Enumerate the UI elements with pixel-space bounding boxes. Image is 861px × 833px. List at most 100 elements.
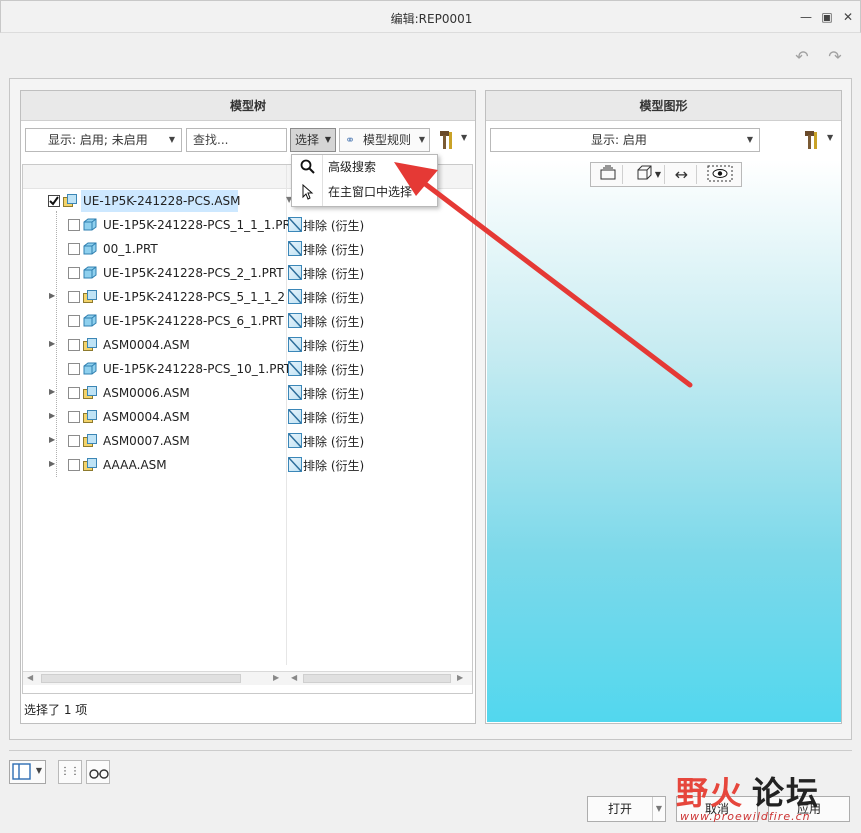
model-tree-title: 模型树 xyxy=(21,91,475,121)
row-checkbox[interactable] xyxy=(68,315,80,327)
chevron-down-icon: ▼ xyxy=(651,797,662,821)
row-status: 排除 (衍生) xyxy=(303,315,365,329)
expand-arrow-icon[interactable]: ▶ xyxy=(49,411,55,420)
graphics-tools-icon[interactable] xyxy=(802,129,822,151)
graphics-display-dropdown[interactable]: 显示: 启用 ▼ xyxy=(490,128,760,152)
tree-row[interactable]: ▶ AAAA.ASM 排除 (衍生) xyxy=(23,453,472,477)
row-label: UE-1P5K-241228-PCS_1_1_1.PRT xyxy=(103,218,298,232)
tree-row[interactable]: ▶ ASM0004.ASM 排除 (衍生) xyxy=(23,405,472,429)
scroll-left-icon[interactable]: ◀ xyxy=(27,673,33,682)
row-label: 00_1.PRT xyxy=(103,242,158,256)
row-status: 排除 (衍生) xyxy=(303,267,365,281)
tools-dropdown-icon[interactable]: ▼ xyxy=(461,133,467,142)
scroll-left-icon[interactable]: ◀ xyxy=(291,673,297,682)
row-checkbox[interactable] xyxy=(68,339,80,351)
annotation-arrow xyxy=(394,162,693,388)
row-status: 排除 (衍生) xyxy=(303,411,365,425)
status-icon xyxy=(288,337,302,352)
rules-icon: ⚭ xyxy=(345,133,356,147)
status-icon xyxy=(288,409,302,424)
row-checkbox[interactable] xyxy=(68,459,80,471)
right-horizontal-scrollbar[interactable]: ◀ ▶ xyxy=(287,671,472,685)
row-label: UE-1P5K-241228-PCS_6_1.PRT xyxy=(103,314,284,328)
row-status: 排除 (衍生) xyxy=(303,387,365,401)
bottom-divider xyxy=(9,750,852,751)
select-button[interactable]: 选择 ▼ xyxy=(290,128,336,152)
row-label: ASM0004.ASM xyxy=(103,338,190,352)
row-checkbox[interactable] xyxy=(68,219,80,231)
part-icon xyxy=(83,362,97,375)
expand-arrow-icon[interactable]: ▶ xyxy=(49,339,55,348)
expand-arrow-icon[interactable]: ▶ xyxy=(49,291,55,300)
row-status: 排除 (衍生) xyxy=(303,243,365,257)
maximize-icon[interactable]: ▣ xyxy=(818,9,836,25)
scrollbar-thumb[interactable] xyxy=(303,674,451,683)
model-rules-label: 模型规则 xyxy=(363,133,412,147)
display-filter-dropdown[interactable]: 显示: 启用; 未启用 ▼ xyxy=(25,128,182,152)
open-button[interactable]: 打开 ▼ xyxy=(587,796,666,822)
row-checkbox[interactable] xyxy=(68,363,80,375)
row-label: UE-1P5K-241228-PCS_5_1_1_2 xyxy=(103,290,286,304)
status-icon xyxy=(288,217,302,232)
row-status: 排除 (衍生) xyxy=(303,219,365,233)
graphics-tools-dropdown-icon[interactable]: ▼ xyxy=(827,133,833,142)
assembly-icon xyxy=(83,386,97,399)
redo-icon[interactable]: ↷ xyxy=(823,48,847,66)
part-icon xyxy=(83,242,97,255)
expand-arrow-icon[interactable]: ▶ xyxy=(49,387,55,396)
undo-icon[interactable]: ↶ xyxy=(790,48,814,66)
status-icon xyxy=(288,457,302,472)
scrollbar-thumb[interactable] xyxy=(41,674,241,683)
tree-row[interactable]: ▶ ASM0007.ASM 排除 (衍生) xyxy=(23,429,472,453)
visibility-icon[interactable] xyxy=(701,165,739,184)
watermark-text-red: 野火 xyxy=(676,774,745,812)
row-checkbox[interactable] xyxy=(68,267,80,279)
chevron-down-icon: ▼ xyxy=(746,135,753,144)
root-label: UE-1P5K-241228-PCS.ASM xyxy=(83,194,241,208)
row-label: ASM0004.ASM xyxy=(103,410,190,424)
model-rules-button[interactable]: ⚭ 模型规则 ▼ xyxy=(339,128,430,152)
minimize-icon[interactable]: — xyxy=(797,9,815,25)
assembly-icon xyxy=(83,434,97,447)
assembly-icon xyxy=(63,194,77,207)
tools-icon[interactable] xyxy=(437,129,457,151)
scroll-right-icon[interactable]: ▶ xyxy=(457,673,463,682)
root-checkbox[interactable] xyxy=(48,195,60,207)
row-status: 排除 (衍生) xyxy=(303,435,365,449)
find-placeholder: 查找... xyxy=(193,133,229,147)
row-status: 排除 (衍生) xyxy=(303,291,365,305)
glasses-icon[interactable] xyxy=(86,760,110,784)
close-icon[interactable]: ✕ xyxy=(839,9,857,25)
display-filter-value: 显示: 启用; 未启用 xyxy=(48,133,148,147)
selection-status: 选择了 1 项 xyxy=(24,703,88,717)
title-bar: 编辑:REP0001 — ▣ ✕ xyxy=(0,0,861,33)
part-icon xyxy=(83,266,97,279)
scroll-right-icon[interactable]: ▶ xyxy=(273,673,279,682)
expand-arrow-icon[interactable]: ▶ xyxy=(49,435,55,444)
expand-arrow-icon[interactable]: ▶ xyxy=(49,459,55,468)
layout-toggle-button[interactable]: ▼ xyxy=(9,760,46,784)
status-icon xyxy=(288,289,302,304)
chevron-down-icon: ▼ xyxy=(418,135,425,144)
tree-structure-icon[interactable]: ⋮⋮ xyxy=(58,760,82,784)
row-checkbox[interactable] xyxy=(68,387,80,399)
assembly-icon xyxy=(83,410,97,423)
status-icon xyxy=(288,241,302,256)
graphics-display-value: 显示: 启用 xyxy=(591,133,647,147)
row-checkbox[interactable] xyxy=(68,291,80,303)
assembly-icon xyxy=(83,458,97,471)
row-checkbox[interactable] xyxy=(68,435,80,447)
cursor-icon xyxy=(302,183,314,210)
row-label: UE-1P5K-241228-PCS_2_1.PRT xyxy=(103,266,284,280)
row-label: AAAA.ASM xyxy=(103,458,167,472)
row-status: 排除 (衍生) xyxy=(303,459,365,473)
row-checkbox[interactable] xyxy=(68,411,80,423)
left-horizontal-scrollbar[interactable]: ◀ ▶ xyxy=(23,671,287,685)
chevron-down-icon: ▼ xyxy=(324,135,331,144)
watermark-text-black: 论坛 xyxy=(752,774,821,812)
assembly-icon xyxy=(83,290,97,303)
row-status: 排除 (衍生) xyxy=(303,339,365,353)
find-input[interactable]: 查找... xyxy=(186,128,287,152)
window-title: 编辑:REP0001 xyxy=(390,12,473,26)
row-checkbox[interactable] xyxy=(68,243,80,255)
